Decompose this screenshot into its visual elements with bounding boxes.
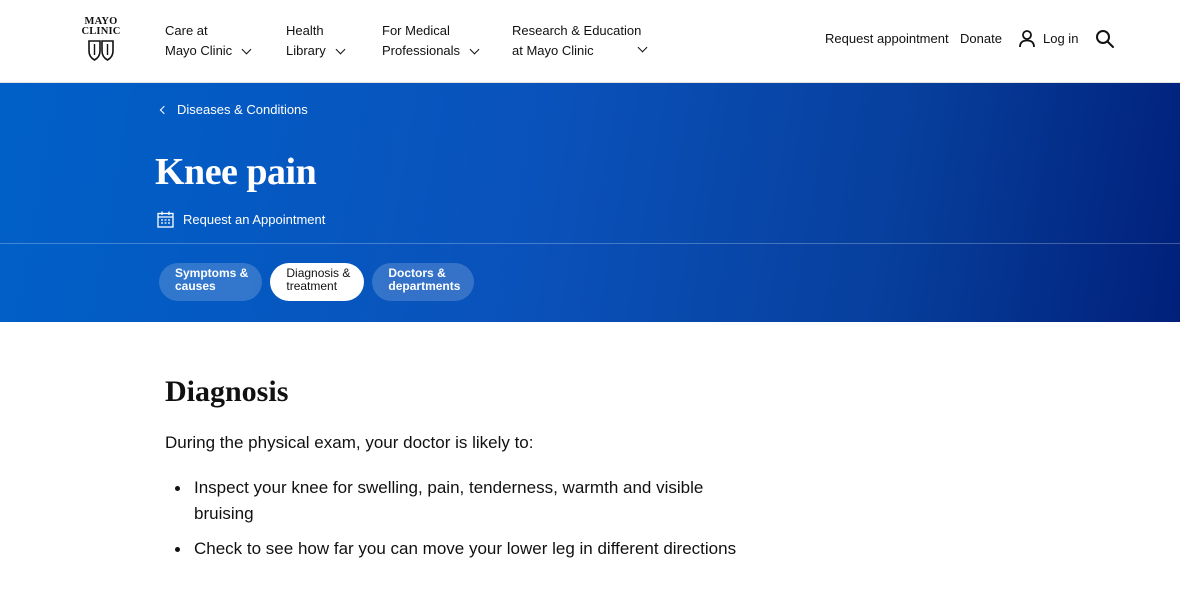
hero-divider [0,243,1180,244]
tab-label-line2: treatment [286,279,338,293]
mayo-clinic-logo[interactable]: MAYO CLINIC [79,16,123,65]
nav-care-at-mayo-clinic[interactable]: Care at Mayo Clinic [165,21,252,61]
shield-logo-icon [88,40,114,61]
nav-label-line2: Mayo Clinic [165,43,233,58]
page-title: Knee pain [155,151,317,193]
login-link[interactable]: Log in [1019,30,1078,48]
section-heading: Diagnosis [165,375,289,408]
tab-diagnosis-treatment[interactable]: Diagnosis & treatment [270,263,365,301]
tab-symptoms-causes[interactable]: Symptoms & causes [159,263,263,301]
site-header: MAYO CLINIC Care at Mayo Clinic Health L… [0,0,1180,83]
calendar-icon [157,211,174,228]
list-item: Check to see how far you can move your l… [165,536,745,562]
intro-text: During the physical exam, your doctor is… [165,433,534,452]
chevron-down-icon [241,44,252,55]
nav-health-library[interactable]: Health Library [286,21,346,61]
exam-list: Inspect your knee for swelling, pain, te… [165,475,745,562]
login-label: Log in [1043,31,1079,46]
nav-label-line1: Health [286,23,324,38]
request-appointment-button[interactable]: Request an Appointment [157,211,325,228]
list-item: Inspect your knee for swelling, pain, te… [165,475,745,526]
main-content: Diagnosis During the physical exam, your… [165,372,745,572]
search-icon[interactable] [1095,29,1115,49]
request-appointment-link[interactable]: Request appointment [825,30,949,48]
donate-link[interactable]: Donate [960,30,1002,48]
chevron-left-icon [159,105,169,114]
nav-label-line1: For Medical [382,23,450,38]
tab-label-line2: departments [388,279,461,293]
chevron-down-icon [469,44,480,55]
nav-label-line2: at Mayo Clinic [512,43,594,58]
nav-for-medical-professionals[interactable]: For Medical Professionals [382,21,480,61]
chevron-down-icon [335,44,346,55]
tab-doctors-departments[interactable]: Doctors & departments [372,263,475,301]
tab-label-line2: causes [175,279,216,293]
hero-banner: Diseases & Conditions Knee pain Request … [0,83,1180,322]
logo-text-line2: CLINIC [81,26,121,37]
breadcrumb-label: Diseases & Conditions [177,102,308,117]
nav-label-line1: Care at [165,23,208,38]
section-tabs: Symptoms & causes Diagnosis & treatment … [159,263,475,301]
nav-label-line2: Professionals [382,43,461,58]
user-icon [1019,30,1035,48]
request-appointment-label: Request an Appointment [183,212,326,227]
nav-label-line1: Research & Education [512,23,642,38]
nav-label-line2: Library [286,43,326,58]
breadcrumb[interactable]: Diseases & Conditions [158,102,308,117]
nav-research-education[interactable]: Research & Education at Mayo Clinic [512,21,652,61]
